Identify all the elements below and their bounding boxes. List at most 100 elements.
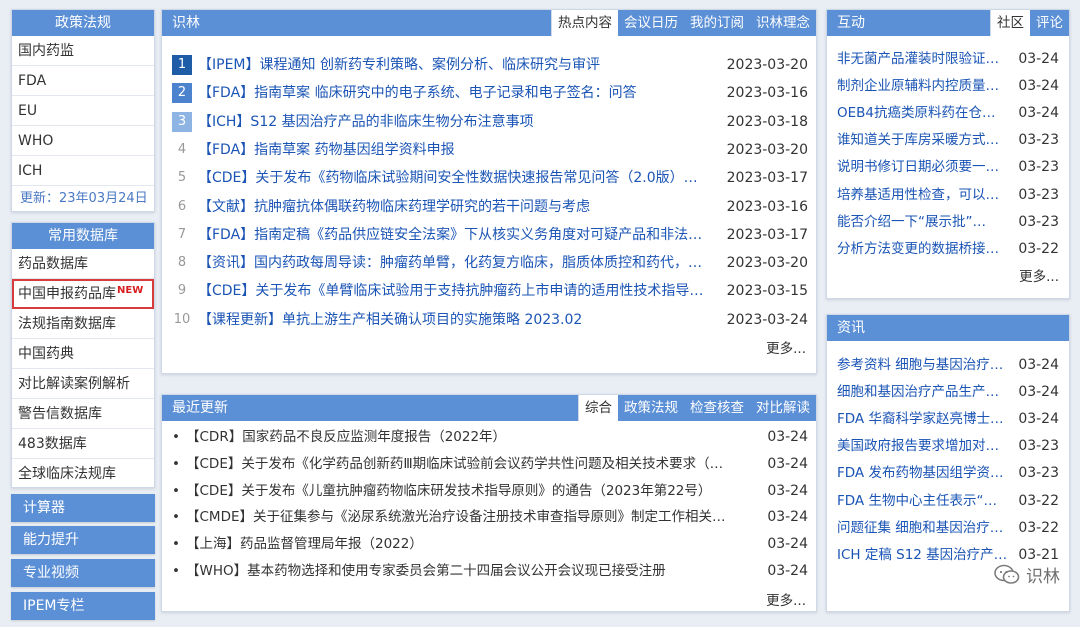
- interact-item[interactable]: 能否介绍一下“展示批”… 03-23: [837, 211, 1059, 233]
- shilin-item-title[interactable]: 【FDA】指南草案 临床研究中的电子系统、电子记录和电子签名：问答: [198, 82, 713, 104]
- videos-button[interactable]: 专业视频: [11, 559, 155, 587]
- database-item-483[interactable]: 483数据库: [12, 429, 154, 459]
- shilin-item[interactable]: 4 【FDA】指南草案 药物基因组学资料申报 2023-03-20: [172, 139, 808, 161]
- shilin-item[interactable]: 10 【课程更新】单抗上游生产相关确认项目的实施策略 2023.02 2023-03…: [172, 309, 808, 331]
- shilin-more-link[interactable]: 更多...: [766, 337, 806, 357]
- shilin-item-title[interactable]: 【课程更新】单抗上游生产相关确认项目的实施策略 2023.02: [198, 309, 713, 331]
- database-item-case-analysis[interactable]: 对比解读案例解析: [12, 369, 154, 399]
- database-item-pharmacopoeia[interactable]: 中国药典: [12, 339, 154, 369]
- shilin-item[interactable]: 7 【FDA】指南定稿《药品供应链安全法案》下从核实义务角度对可疑产品和非法… 20…: [172, 224, 808, 246]
- news-item-title[interactable]: 美国政府报告要求增加对…: [837, 435, 1008, 457]
- shilin-item[interactable]: 1 【IPEM】课程通知 创新药专利策略、案例分析、临床研究与审评 2023-03-…: [172, 54, 808, 76]
- recent-item-title[interactable]: 【CMDE】关于征集参与《泌尿系统激光治疗设备注册技术审查指导原则》制定工作相关…: [186, 506, 757, 528]
- interact-item[interactable]: 培养基适用性检查，可以… 03-23: [837, 184, 1059, 206]
- news-item[interactable]: FDA 发布药物基因组学资… 03-23: [837, 462, 1059, 484]
- shilin-item[interactable]: 8 【资讯】国内药政每周导读：肿瘤药单臂，化药复方临床，脂质体质控和药代，… 202…: [172, 252, 808, 274]
- interact-item[interactable]: 非无菌产品灌装时限验证… 03-24: [837, 48, 1059, 70]
- news-item[interactable]: FDA 生物中心主任表示“… 03-22: [837, 490, 1059, 512]
- shilin-item-title[interactable]: 【文献】抗肿瘤抗体偶联药物临床药理学研究的若干问题与考虑: [198, 196, 713, 218]
- policy-item-eu[interactable]: EU: [12, 96, 154, 126]
- rank-number: 8: [172, 253, 192, 274]
- policy-item-who[interactable]: WHO: [12, 126, 154, 156]
- skills-button[interactable]: 能力提升: [11, 526, 155, 554]
- news-item-title[interactable]: FDA 华裔科学家赵亮博士…: [837, 408, 1008, 430]
- interact-more-link[interactable]: 更多...: [1019, 265, 1059, 285]
- interact-item-title[interactable]: 说明书修订日期必须要一…: [837, 156, 1008, 178]
- database-item-global-clinical[interactable]: 全球临床法规库: [12, 459, 154, 489]
- interact-item-title[interactable]: 谁知道关于库房采暖方式…: [837, 129, 1008, 151]
- tab-community[interactable]: 社区: [990, 10, 1030, 36]
- shilin-item[interactable]: 2 【FDA】指南草案 临床研究中的电子系统、电子记录和电子签名：问答 2023-0…: [172, 82, 808, 104]
- news-item[interactable]: 参考资料 细胞与基因治疗… 03-24: [837, 354, 1059, 376]
- news-item-title[interactable]: 细胞和基因治疗产品生产…: [837, 381, 1008, 403]
- policy-item-ich[interactable]: ICH: [12, 156, 154, 186]
- news-item[interactable]: 问题征集 细胞和基因治疗… 03-22: [837, 517, 1059, 539]
- shilin-item-title[interactable]: 【ICH】S12 基因治疗产品的非临床生物分布注意事项: [198, 111, 713, 133]
- shilin-item[interactable]: 6 【文献】抗肿瘤抗体偶联药物临床药理学研究的若干问题与考虑 2023-03-16: [172, 196, 808, 218]
- interact-item[interactable]: 分析方法变更的数据桥接… 03-22: [837, 238, 1059, 260]
- news-item-title[interactable]: 参考资料 细胞与基因治疗…: [837, 354, 1008, 376]
- recent-item-title[interactable]: 【上海】药品监督管理局年报（2022）: [186, 533, 757, 555]
- recent-item[interactable]: • 【CMDE】关于征集参与《泌尿系统激光治疗设备注册技术审查指导原则》制定工作相…: [172, 506, 808, 528]
- tab-calendar[interactable]: 会议日历: [618, 10, 684, 36]
- policy-item-domestic[interactable]: 国内药监: [12, 36, 154, 66]
- tab-overview[interactable]: 综合: [578, 395, 618, 421]
- database-title: 常用数据库: [12, 223, 154, 249]
- interact-item[interactable]: OEB4抗癌类原料药在仓库… 03-24: [837, 102, 1059, 124]
- tab-comments[interactable]: 评论: [1030, 10, 1069, 36]
- recent-item-title[interactable]: 【CDE】关于发布《儿童抗肿瘤药物临床研发技术指导原则》的通告（2023年第22…: [186, 480, 757, 502]
- recent-item[interactable]: • 【CDE】关于发布《化学药品创新药Ⅲ期临床试验前会议药学共性问题及相关技术要求…: [172, 453, 808, 475]
- recent-item-title[interactable]: 【CDR】国家药品不良反应监测年度报告（2022年）: [186, 426, 757, 448]
- policy-item-fda[interactable]: FDA: [12, 66, 154, 96]
- tab-philosophy[interactable]: 识林理念: [750, 10, 816, 36]
- interact-item-title[interactable]: 培养基适用性检查，可以…: [837, 184, 1008, 206]
- recent-item[interactable]: • 【CDR】国家药品不良反应监测年度报告（2022年） 03-24: [172, 426, 808, 448]
- interact-item[interactable]: 制剂企业原辅料内控质量… 03-24: [837, 75, 1059, 97]
- shilin-item-title[interactable]: 【资讯】国内药政每周导读：肿瘤药单臂，化药复方临床，脂质体质控和药代，…: [198, 252, 713, 274]
- recent-item[interactable]: • 【WHO】基本药物选择和使用专家委员会第二十四届会议公开会议现已接受注册 03-…: [172, 560, 808, 582]
- news-item-title[interactable]: FDA 生物中心主任表示“…: [837, 490, 1008, 512]
- shilin-item-title[interactable]: 【IPEM】课程通知 创新药专利策略、案例分析、临床研究与审评: [198, 54, 713, 76]
- recent-item[interactable]: • 【上海】药品监督管理局年报（2022） 03-24: [172, 533, 808, 555]
- news-item-title[interactable]: FDA 发布药物基因组学资…: [837, 462, 1008, 484]
- recent-item[interactable]: • 【CDE】关于发布《儿童抗肿瘤药物临床研发技术指导原则》的通告（2023年第2…: [172, 480, 808, 502]
- shilin-item-date: 2023-03-16: [726, 198, 808, 215]
- news-item[interactable]: 细胞和基因治疗产品生产… 03-24: [837, 381, 1059, 403]
- interact-item-title[interactable]: 能否介绍一下“展示批”…: [837, 211, 1008, 233]
- shilin-item-date: 2023-03-20: [726, 255, 808, 272]
- interact-item-title[interactable]: 分析方法变更的数据桥接…: [837, 238, 1008, 260]
- shilin-item-title[interactable]: 【FDA】指南定稿《药品供应链安全法案》下从核实义务角度对可疑产品和非法…: [198, 224, 713, 246]
- recent-item-title[interactable]: 【WHO】基本药物选择和使用专家委员会第二十四届会议公开会议现已接受注册: [186, 560, 757, 582]
- tab-policy[interactable]: 政策法规: [618, 395, 684, 421]
- rank-number: 6: [172, 196, 192, 217]
- recent-more-link[interactable]: 更多...: [766, 589, 806, 609]
- shilin-item-date: 2023-03-17: [726, 226, 808, 243]
- database-item-regulations[interactable]: 法规指南数据库: [12, 309, 154, 339]
- database-item-drugs[interactable]: 药品数据库: [12, 249, 154, 279]
- tab-comparison[interactable]: 对比解读: [750, 395, 816, 421]
- shilin-item[interactable]: 9 【CDE】关于发布《单臂临床试验用于支持抗肿瘤药上市申请的适用性技术指导… 20…: [172, 280, 808, 302]
- news-item[interactable]: FDA 华裔科学家赵亮博士… 03-24: [837, 408, 1059, 430]
- interact-item[interactable]: 谁知道关于库房采暖方式… 03-23: [837, 129, 1059, 151]
- interact-item-title[interactable]: 非无菌产品灌装时限验证…: [837, 48, 1008, 70]
- tab-inspection[interactable]: 检查核查: [684, 395, 750, 421]
- shilin-item[interactable]: 5 【CDE】关于发布《药物临床试验期间安全性数据快速报告常见问答（2.0版）… 2…: [172, 167, 808, 189]
- recent-item-title[interactable]: 【CDE】关于发布《化学药品创新药Ⅲ期临床试验前会议药学共性问题及相关技术要求（…: [186, 453, 757, 475]
- database-item-warning-letters[interactable]: 警告信数据库: [12, 399, 154, 429]
- interact-item[interactable]: 说明书修订日期必须要一… 03-23: [837, 156, 1059, 178]
- shilin-item-title[interactable]: 【CDE】关于发布《单臂临床试验用于支持抗肿瘤药上市申请的适用性技术指导…: [198, 280, 713, 302]
- shilin-item-title[interactable]: 【CDE】关于发布《药物临床试验期间安全性数据快速报告常见问答（2.0版）…: [198, 167, 713, 189]
- shilin-item[interactable]: 3 【ICH】S12 基因治疗产品的非临床生物分布注意事项 2023-03-18: [172, 111, 808, 133]
- calculator-button[interactable]: 计算器: [11, 494, 155, 522]
- shilin-item-title[interactable]: 【FDA】指南草案 药物基因组学资料申报: [198, 139, 713, 161]
- database-item-china-applications[interactable]: 中国申报药品库NEW: [12, 279, 154, 309]
- tab-hot[interactable]: 热点内容: [551, 10, 618, 36]
- news-item-title[interactable]: 问题征集 细胞和基因治疗…: [837, 517, 1008, 539]
- tab-subscriptions[interactable]: 我的订阅: [684, 10, 750, 36]
- interact-item-title[interactable]: OEB4抗癌类原料药在仓库…: [837, 102, 1008, 124]
- news-item-title[interactable]: ICH 定稿 S12 基因治疗产…: [837, 544, 1008, 566]
- recent-item-date: 03-24: [767, 509, 808, 526]
- ipem-button[interactable]: IPEM专栏: [11, 592, 155, 620]
- interact-item-title[interactable]: 制剂企业原辅料内控质量…: [837, 75, 1008, 97]
- news-item[interactable]: 美国政府报告要求增加对… 03-23: [837, 435, 1059, 457]
